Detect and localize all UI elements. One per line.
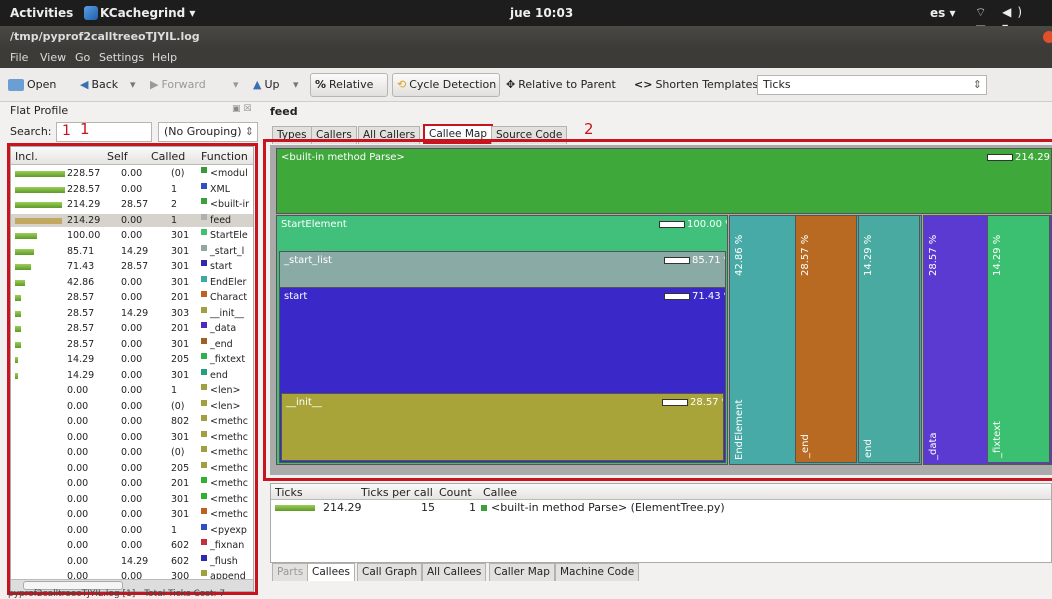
annotation-box-2	[263, 139, 1052, 481]
cycle-icon: ⟲	[397, 78, 407, 91]
column-callee[interactable]: Callee	[483, 486, 517, 499]
select-arrows-icon: ⇕	[972, 78, 982, 91]
forward-dropdown-icon[interactable]: ▾	[233, 76, 239, 94]
cost-bar	[275, 505, 315, 511]
cycle-detection-toggle[interactable]: ⟲ Cycle Detection	[392, 73, 500, 97]
percent-icon: %	[315, 78, 327, 91]
window-title: /tmp/pyprof2calltreeoTJYIL.log	[10, 30, 200, 43]
flat-profile-title: Flat Profile	[10, 104, 69, 117]
forward-arrow-icon: ▶	[150, 78, 159, 91]
back-button[interactable]: ◀ Back	[80, 76, 118, 94]
callees-list[interactable]: Ticks Ticks per call Count Callee 214.29…	[270, 483, 1052, 563]
gnome-top-bar: Activities KCachegrind ▾ jue 10:03 es ▾ …	[0, 0, 1052, 34]
grouping-select[interactable]: (No Grouping) ⇕	[158, 122, 258, 142]
tab-parts[interactable]: Parts	[272, 563, 309, 581]
status-bar: pyprof2calltreeoTJYIL.log [1] - Total Ti…	[0, 589, 1052, 599]
tab-all-callees[interactable]: All Callees	[422, 563, 487, 581]
menu-go[interactable]: Go	[75, 51, 90, 64]
main-toolbar: Open ◀ Back ▾ ▶ Forward ▾ ▲ Up ▾ % Relative …	[0, 68, 1052, 102]
app-menu-button[interactable]: KCachegrind ▾	[100, 6, 195, 20]
status-text: pyprof2calltreeoTJYIL.log [1] - Total Ti…	[8, 589, 226, 599]
keyboard-layout-menu[interactable]: es ▾	[930, 6, 955, 20]
column-ticks-per-call[interactable]: Ticks per call	[361, 486, 433, 499]
back-dropdown-icon[interactable]: ▾	[130, 76, 136, 94]
forward-button[interactable]: ▶ Forward	[150, 76, 206, 94]
menu-bar: File View Go Settings Help	[0, 48, 1052, 68]
annotation-number-1: 1	[80, 120, 90, 138]
up-dropdown-icon[interactable]: ▾	[293, 76, 299, 94]
back-arrow-icon: ◀	[80, 78, 89, 91]
menu-help[interactable]: Help	[152, 51, 177, 64]
menu-view[interactable]: View	[40, 51, 66, 64]
search-label: Search:	[10, 125, 52, 138]
clock[interactable]: jue 10:03	[510, 6, 573, 20]
annotation-box-1	[7, 143, 258, 595]
search-input[interactable]: 1	[56, 122, 152, 142]
up-button[interactable]: ▲ Up	[253, 76, 280, 94]
kcachegrind-app-icon	[84, 6, 98, 20]
annotation-number-2: 2	[584, 120, 594, 138]
function-color-icon	[481, 505, 487, 511]
tab-callees[interactable]: Callees	[307, 563, 355, 581]
event-type-select[interactable]: Ticks ⇕	[757, 75, 987, 95]
selected-function-label: feed	[270, 105, 298, 118]
shorten-templates-toggle[interactable]: <> Shorten Templates	[634, 76, 758, 94]
up-arrow-icon: ▲	[253, 78, 262, 91]
relative-to-parent-toggle[interactable]: ✥ Relative to Parent	[506, 76, 616, 94]
column-count[interactable]: Count	[439, 486, 472, 499]
angle-brackets-icon: <>	[634, 78, 653, 91]
relative-toggle[interactable]: % Relative	[310, 73, 388, 97]
open-button[interactable]: Open	[8, 76, 56, 94]
menu-settings[interactable]: Settings	[99, 51, 144, 64]
column-ticks[interactable]: Ticks	[275, 486, 303, 499]
move-arrows-icon: ✥	[506, 78, 516, 91]
dock-float-close-icons[interactable]: ▣ ☒	[232, 104, 251, 114]
tab-machine-code[interactable]: Machine Code	[555, 563, 640, 581]
table-row[interactable]: 214.29 15 1 <built-in method Parse> (Ele…	[271, 501, 1051, 515]
callees-header: Ticks Ticks per call Count Callee	[271, 484, 1051, 500]
activities-button[interactable]: Activities	[10, 6, 73, 20]
window-title-bar: /tmp/pyprof2calltreeoTJYIL.log	[0, 26, 1052, 48]
window-close-icon[interactable]	[1043, 31, 1052, 43]
tab-caller-map[interactable]: Caller Map	[489, 563, 555, 581]
folder-open-icon	[8, 79, 24, 91]
tab-call-graph[interactable]: Call Graph	[357, 563, 423, 581]
menu-file[interactable]: File	[10, 51, 28, 64]
select-arrows-icon: ⇕	[244, 125, 254, 138]
